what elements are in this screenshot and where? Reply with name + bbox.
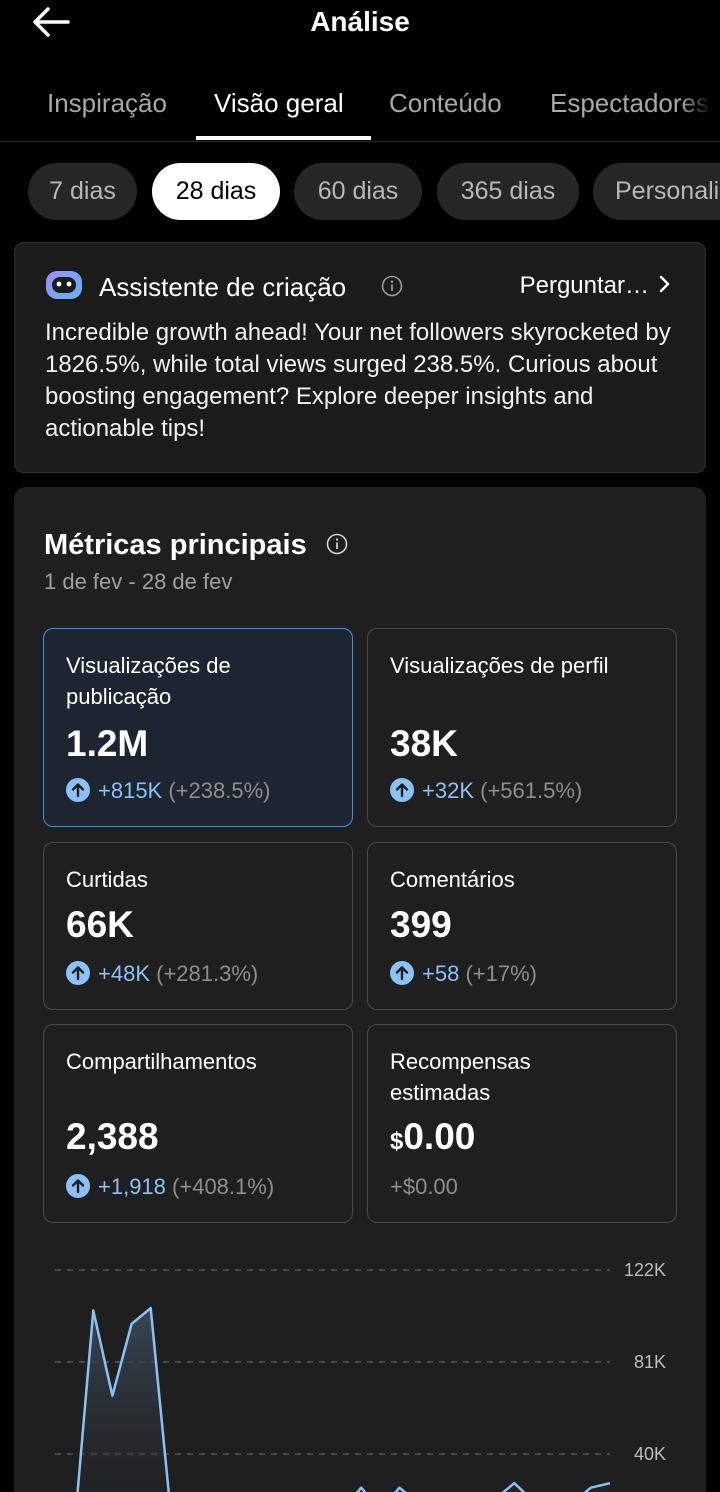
chart-point	[358, 1485, 364, 1491]
post-views-chart: 122K 81K 40K	[55, 1260, 666, 1492]
y-tick-label: 122K	[624, 1260, 666, 1280]
chart-point	[511, 1480, 517, 1486]
y-tick-label: 40K	[634, 1444, 666, 1464]
chart-point	[109, 1393, 115, 1399]
chart-point	[148, 1305, 154, 1311]
chart-area-fill	[77, 1308, 610, 1492]
chart-point	[607, 1480, 613, 1486]
chart-point	[129, 1321, 135, 1327]
y-tick-label: 81K	[634, 1352, 666, 1372]
chart-point	[588, 1485, 594, 1491]
chart-point	[90, 1307, 96, 1313]
chart-point	[397, 1485, 403, 1491]
